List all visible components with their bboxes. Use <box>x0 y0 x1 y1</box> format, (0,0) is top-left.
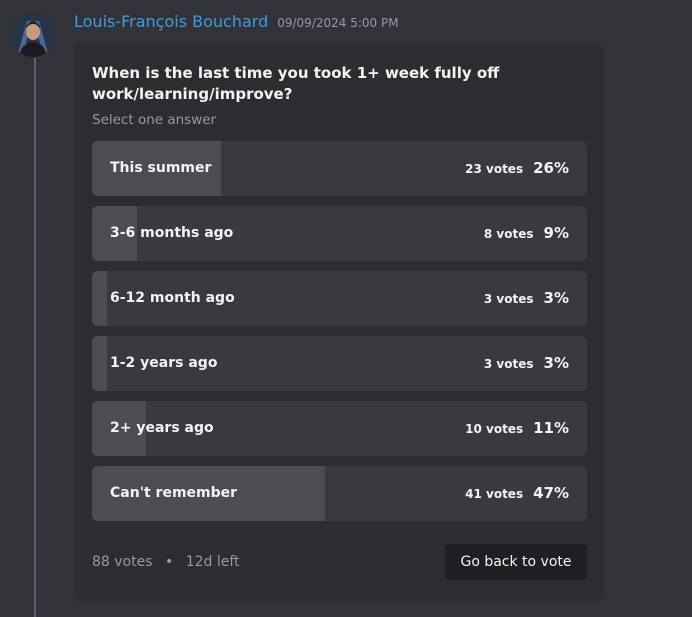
avatar[interactable] <box>11 13 55 57</box>
answer-stats: 3 votes 3% <box>484 271 569 326</box>
answer-result-bar <box>92 271 107 326</box>
poll-answer-2-plus-years[interactable]: 2+ years ago 10 votes 11% <box>92 401 587 456</box>
answer-stats: 23 votes 26% <box>465 141 569 196</box>
answer-label: Can't remember <box>110 485 238 501</box>
answer-stats: 8 votes 9% <box>484 206 569 261</box>
poll-answer-1-2-years[interactable]: 1-2 years ago 3 votes 3% <box>92 336 587 391</box>
answer-label: 3-6 months ago <box>110 225 234 241</box>
answer-percent: 47% <box>533 484 569 502</box>
poll-card: When is the last time you took 1+ week f… <box>74 43 604 601</box>
author-name[interactable]: Louis-François Bouchard <box>74 12 268 31</box>
answer-vote-count: 23 votes <box>465 162 524 176</box>
answer-percent: 3% <box>543 354 569 372</box>
poll-question: When is the last time you took 1+ week f… <box>92 64 500 103</box>
poll-answer-this-summer[interactable]: This summer 23 votes 26% <box>92 141 587 196</box>
total-votes: 88 votes <box>92 554 153 570</box>
answer-stats: 41 votes 47% <box>465 466 569 521</box>
poll-answer-6-12-months[interactable]: 6-12 month ago 3 votes 3% <box>92 271 587 326</box>
reply-thread-line <box>34 58 36 617</box>
answer-vote-count: 3 votes <box>483 292 534 306</box>
message-header: Louis-François Bouchard 09/09/2024 5:00 … <box>74 12 399 36</box>
poll-footer-info: 88 votes • 12d left <box>92 554 240 570</box>
answer-label: 6-12 month ago <box>110 290 235 306</box>
time-left: 12d left <box>185 554 240 570</box>
answer-percent: 11% <box>533 419 569 437</box>
answer-vote-count: 41 votes <box>465 487 524 501</box>
answer-percent: 26% <box>533 159 569 177</box>
answer-label: 2+ years ago <box>110 420 214 436</box>
poll-answer-3-6-months[interactable]: 3-6 months ago 8 votes 9% <box>92 206 587 261</box>
user-avatar-icon <box>11 13 55 57</box>
message-timestamp: 09/09/2024 5:00 PM <box>277 16 399 30</box>
answer-percent: 3% <box>543 289 569 307</box>
poll-answer-cant-remember[interactable]: Can't remember 41 votes 47% <box>92 466 587 521</box>
answer-vote-count: 10 votes <box>465 422 524 436</box>
go-back-to-vote-button[interactable]: Go back to vote <box>445 544 587 580</box>
answer-label: This summer <box>110 160 212 176</box>
answer-stats: 10 votes 11% <box>465 401 569 456</box>
answer-stats: 3 votes 3% <box>484 336 569 391</box>
answer-vote-count: 8 votes <box>483 227 534 241</box>
answer-vote-count: 3 votes <box>483 357 534 371</box>
separator-dot: • <box>164 554 174 570</box>
answer-result-bar <box>92 336 107 391</box>
answer-percent: 9% <box>543 224 569 242</box>
poll-instruction: Select one answer <box>92 112 217 128</box>
answer-label: 1-2 years ago <box>110 355 218 371</box>
poll-answers: This summer 23 votes 26% 3-6 months ago … <box>92 141 587 531</box>
